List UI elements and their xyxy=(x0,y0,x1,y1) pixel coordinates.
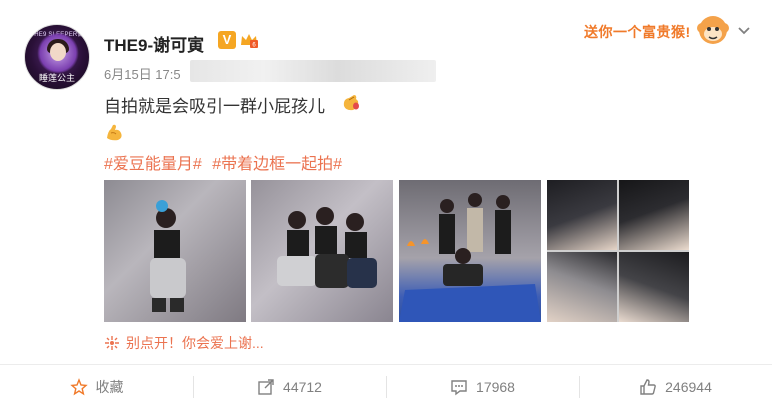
avatar-face xyxy=(50,43,66,61)
photo-quadrant xyxy=(547,252,617,322)
star-icon xyxy=(69,378,88,396)
avatar[interactable]: THE9 SLEEPER做 睡莲公主 xyxy=(24,24,90,90)
photo-figure xyxy=(150,200,186,312)
promo-banner[interactable]: 送你一个富贵猴! xyxy=(584,8,734,52)
like-button[interactable]: 246944 xyxy=(579,365,772,409)
comment-button[interactable]: 17968 xyxy=(386,365,579,409)
spoiler-link[interactable]: 别点开！你会爱上谢... xyxy=(126,333,264,353)
photo-quadrant xyxy=(619,180,689,250)
hashtag-link[interactable]: #带着边框一起拍# xyxy=(212,156,342,173)
username[interactable]: THE9-谢可寅 xyxy=(104,31,204,56)
shy-hand-emoji-icon xyxy=(343,95,359,111)
post-photo[interactable] xyxy=(104,180,246,322)
sparkle-icon xyxy=(105,336,119,350)
post-photo[interactable] xyxy=(399,180,541,322)
photo-figure xyxy=(277,207,377,288)
promo-text: 送你一个富贵猴! xyxy=(584,24,691,40)
hashtags: #爱豆能量月# #带着边框一起拍# xyxy=(104,150,348,174)
photo-figure xyxy=(399,193,541,322)
like-count: 246944 xyxy=(665,379,712,395)
chevron-down-icon[interactable] xyxy=(736,22,752,38)
repost-count: 44712 xyxy=(283,379,322,395)
post-photo[interactable] xyxy=(251,180,393,322)
comment-count: 17968 xyxy=(476,379,515,395)
verified-badge: V xyxy=(218,31,236,49)
favorite-button[interactable]: 收藏 xyxy=(0,365,193,409)
photo-quadrant xyxy=(547,180,617,250)
post-photo[interactable] xyxy=(547,180,689,322)
post-time[interactable]: 6月15日 17:5 xyxy=(104,64,181,83)
thumbs-up-icon xyxy=(640,379,656,395)
photo-quadrant xyxy=(619,252,689,322)
muscle-emoji-icon xyxy=(107,124,122,141)
avatar-bottom-text: 睡莲公主 xyxy=(38,73,75,83)
post-text: 自拍就是会吸引一群小屁孩儿 xyxy=(104,97,325,116)
repost-button[interactable]: 44712 xyxy=(193,365,386,409)
hashtag-link[interactable]: #爱豆能量月# xyxy=(104,156,202,173)
share-icon xyxy=(258,379,274,395)
monkey-icon xyxy=(697,16,729,44)
comment-icon xyxy=(451,380,467,396)
favorite-label: 收藏 xyxy=(95,379,124,395)
crown-icon: 6 xyxy=(241,34,258,49)
blurred-meta xyxy=(190,60,436,82)
